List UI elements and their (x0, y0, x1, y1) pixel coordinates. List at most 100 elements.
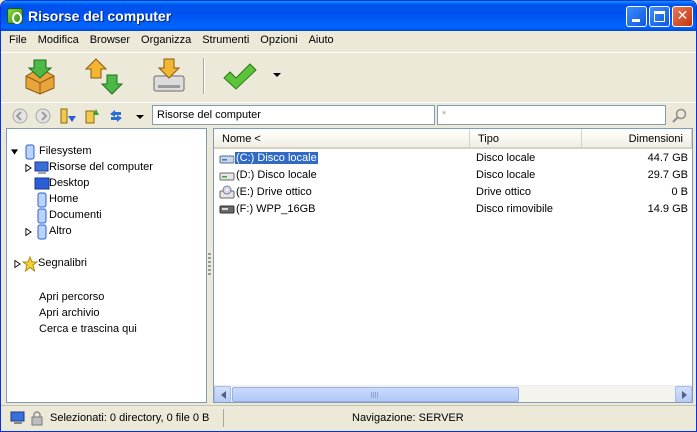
scrollbar-thumb[interactable] (232, 387, 519, 402)
file-type: Disco rimovibile (476, 203, 554, 215)
selection-status: Selezionati: 0 directory, 0 file 0 B (50, 412, 210, 424)
navigation-panel: Filesystem Risorse del computer Desktop … (6, 128, 207, 403)
file-name: (C:) Disco locale (234, 151, 319, 165)
filter-input[interactable]: * (437, 105, 666, 125)
folder-up-button[interactable] (83, 107, 101, 125)
refresh-arrows-icon (110, 110, 122, 122)
panel-splitter[interactable] (208, 253, 211, 277)
column-header-type[interactable]: Tipo (470, 129, 582, 149)
status-divider (223, 409, 224, 427)
menu-opzioni[interactable]: Opzioni (254, 31, 302, 51)
search-icon (672, 108, 687, 123)
file-size: 14.9 GB (647, 203, 688, 215)
menu-bar: File Modifica Browser Organizza Strument… (1, 31, 696, 51)
tree-label: Altro (49, 225, 72, 237)
move-up-down-icon (84, 58, 124, 95)
move-button[interactable] (84, 56, 124, 96)
title-bar[interactable]: Risorse del computer ✕ (1, 1, 696, 31)
file-list-panel: Nome < Tipo Dimensioni (C:) Disco locale… (213, 128, 693, 403)
tree-item-risorse[interactable]: Risorse del computer (25, 160, 195, 176)
hard-drive-icon (219, 172, 235, 181)
address-input[interactable]: Risorse del computer (152, 105, 435, 125)
tree-item-desktop[interactable]: Desktop (34, 176, 184, 192)
close-button[interactable]: ✕ (672, 6, 693, 27)
maximize-button[interactable] (649, 6, 670, 27)
checkmark-icon (223, 63, 257, 90)
file-size: 44.7 GB (647, 152, 688, 164)
tree-label: Segnalibri (38, 257, 87, 269)
minimize-button[interactable] (626, 6, 647, 27)
tree-item-segnalibri[interactable]: Segnalibri (14, 256, 164, 272)
chevron-down-icon (136, 115, 144, 119)
tree-item-documenti[interactable]: Documenti (34, 208, 184, 224)
column-header-name[interactable]: Nome < (214, 129, 470, 149)
removable-drive-icon (219, 205, 235, 214)
folder-down-icon (60, 108, 76, 124)
menu-browser[interactable]: Browser (84, 31, 135, 51)
filesystem-icon (25, 144, 35, 160)
refresh-button[interactable] (107, 107, 125, 125)
scroll-right-button[interactable] (675, 386, 692, 402)
expand-arrow-icon[interactable] (14, 260, 21, 268)
back-button[interactable] (11, 107, 29, 125)
toolbar-dropdown-button[interactable] (269, 67, 285, 83)
test-button[interactable] (219, 56, 259, 96)
tree-label: Desktop (49, 177, 90, 189)
app-icon[interactable] (7, 8, 23, 24)
tree-item-home[interactable]: Home (34, 192, 184, 208)
back-arrow-icon (12, 108, 28, 124)
address-bar: Risorse del computer * (1, 102, 696, 127)
menu-organizza[interactable]: Organizza (135, 31, 196, 51)
optical-drive-icon (219, 185, 235, 199)
file-name: (F:) WPP_16GB (236, 203, 316, 215)
history-dropdown-button[interactable] (131, 107, 149, 125)
folder-icon (37, 192, 47, 208)
file-size: 0 B (671, 186, 688, 198)
forward-button[interactable] (34, 107, 52, 125)
file-row-e[interactable]: (E:) Drive ottico Drive ottico 0 B (214, 184, 692, 201)
file-size: 29.7 GB (647, 169, 688, 181)
hard-drive-icon (219, 155, 235, 164)
column-header-size[interactable]: Dimensioni (582, 129, 692, 149)
file-row-f[interactable]: (F:) WPP_16GB Disco rimovibile 14.9 GB (214, 201, 692, 218)
search-button[interactable] (671, 107, 689, 125)
file-name: (E:) Drive ottico (236, 186, 312, 198)
navigation-status: Navigazione: SERVER (352, 412, 464, 424)
file-row-d[interactable]: (D:) Disco locale Disco locale 29.7 GB (214, 167, 692, 184)
folder-down-button[interactable] (59, 107, 77, 125)
open-archive-link[interactable]: Apri archivio (39, 307, 100, 319)
tree-label: Documenti (49, 209, 102, 221)
scroll-left-button[interactable] (214, 386, 231, 402)
file-type: Drive ottico (476, 186, 532, 198)
menu-aiuto[interactable]: Aiuto (303, 31, 339, 51)
file-row-c[interactable]: (C:) Disco locale Disco locale 44.7 GB (214, 150, 692, 167)
folder-icon (37, 208, 47, 224)
open-path-link[interactable]: Apri percorso (39, 291, 104, 303)
forward-arrow-icon (35, 108, 51, 124)
file-type: Disco locale (476, 152, 536, 164)
expand-arrow-icon[interactable] (25, 228, 32, 236)
computer-icon (34, 161, 49, 174)
search-drag-link[interactable]: Cerca e trascina qui (39, 323, 137, 335)
menu-modifica[interactable]: Modifica (32, 31, 84, 51)
expand-arrow-icon[interactable] (25, 164, 32, 172)
toolbar (1, 52, 696, 100)
file-name: (D:) Disco locale (236, 169, 317, 181)
tree-item-filesystem[interactable]: Filesystem (11, 144, 191, 160)
collapse-arrow-icon[interactable] (11, 148, 18, 156)
dropdown-arrow-icon (273, 73, 281, 77)
install-icon (153, 58, 185, 92)
menu-strumenti[interactable]: Strumenti (196, 31, 254, 51)
star-icon (22, 256, 38, 272)
horizontal-scrollbar[interactable] (214, 385, 692, 402)
tree-label: Risorse del computer (49, 161, 153, 173)
install-button[interactable] (149, 56, 189, 96)
menu-file[interactable]: File (3, 31, 32, 51)
file-type: Disco locale (476, 169, 536, 181)
window-title: Risorse del computer (28, 8, 172, 24)
extract-icon (25, 59, 55, 95)
folder-up-icon (85, 109, 99, 124)
extract-button[interactable] (20, 56, 60, 96)
tree-item-altro[interactable]: Altro (25, 224, 175, 240)
desktop-icon (34, 177, 50, 190)
